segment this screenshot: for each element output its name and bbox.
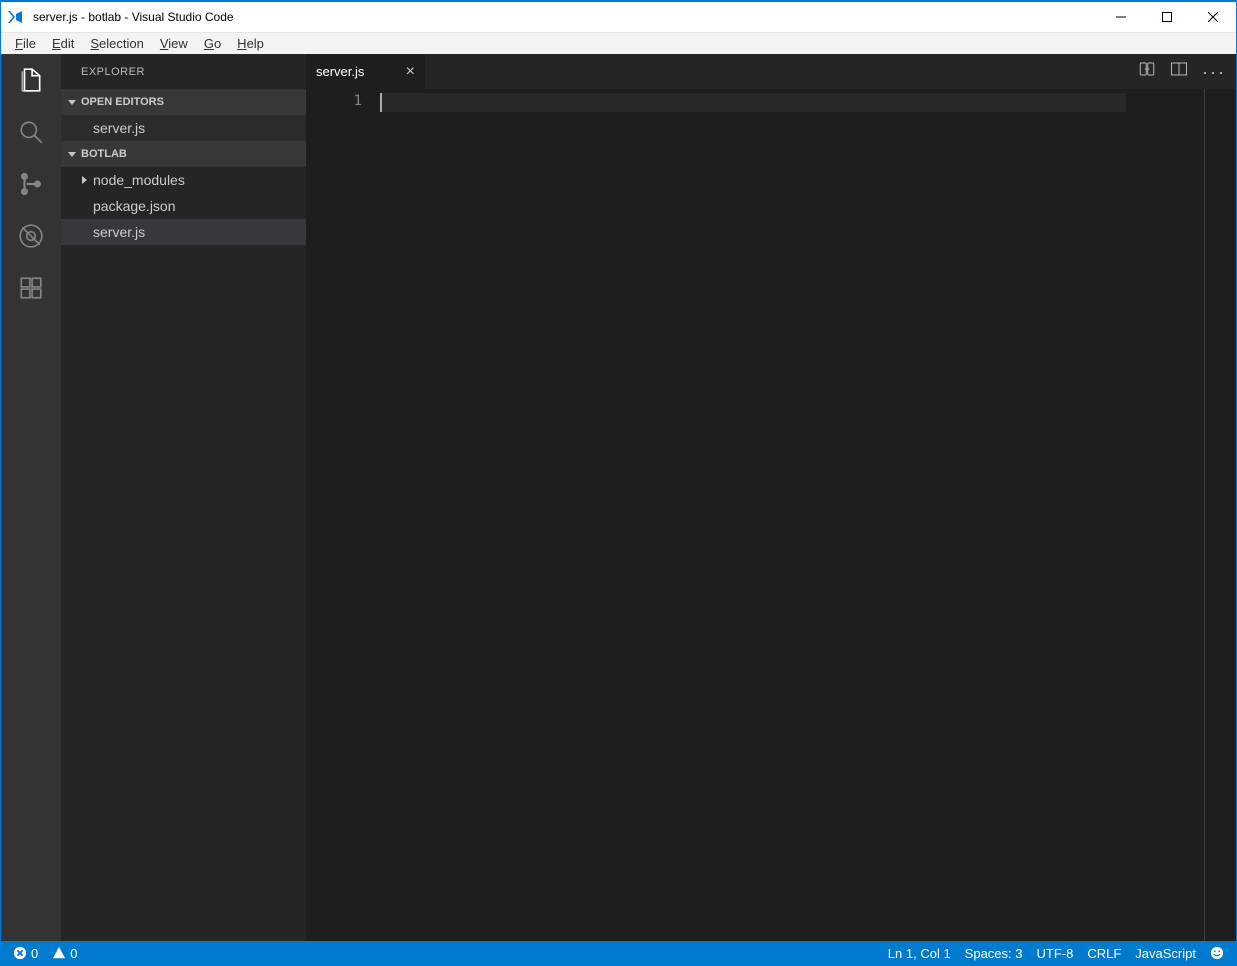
project-label: BOTLAB (81, 148, 127, 160)
tab-label: server.js (316, 64, 364, 79)
menu-view[interactable]: View (152, 34, 196, 53)
close-icon[interactable]: × (406, 64, 415, 80)
sidebar: EXPLORER OPEN EDITORS server.js BOTLAB n… (61, 54, 306, 941)
menu-selection[interactable]: Selection (82, 34, 151, 53)
file-label: server.js (93, 120, 145, 136)
feedback-icon[interactable] (1210, 946, 1224, 960)
open-editors-label: OPEN EDITORS (81, 96, 164, 108)
open-editor-item[interactable]: server.js (61, 115, 306, 141)
minimize-button[interactable] (1098, 2, 1144, 32)
status-eol[interactable]: CRLF (1087, 946, 1121, 961)
status-language[interactable]: JavaScript (1135, 946, 1196, 961)
menu-bar: File Edit Selection View Go Help (1, 32, 1236, 54)
project-header[interactable]: BOTLAB (61, 141, 306, 167)
compare-icon[interactable] (1138, 60, 1156, 83)
menu-go[interactable]: Go (196, 34, 229, 53)
tab-bar: server.js × ··· (306, 54, 1236, 89)
tree-item-folder[interactable]: node_modules (61, 167, 306, 193)
close-button[interactable] (1190, 2, 1236, 32)
tree-item-file[interactable]: server.js (61, 219, 306, 245)
open-editors-header[interactable]: OPEN EDITORS (61, 89, 306, 115)
extensions-icon[interactable] (15, 272, 47, 304)
status-position[interactable]: Ln 1, Col 1 (888, 946, 951, 961)
debug-icon[interactable] (15, 220, 47, 252)
source-control-icon[interactable] (15, 168, 47, 200)
chevron-down-icon (67, 98, 77, 106)
chevron-down-icon (67, 150, 77, 158)
file-label: package.json (93, 198, 176, 214)
file-label: server.js (93, 224, 145, 240)
status-spaces[interactable]: Spaces: 3 (965, 946, 1023, 961)
sidebar-title: EXPLORER (61, 54, 306, 89)
app-icon (1, 9, 29, 25)
chevron-right-icon (79, 176, 89, 184)
status-bar: 0 0 Ln 1, Col 1 Spaces: 3 UTF-8 CRLF Jav… (1, 941, 1236, 965)
status-warnings[interactable]: 0 (52, 946, 77, 961)
explorer-icon[interactable] (15, 64, 47, 96)
search-icon[interactable] (15, 116, 47, 148)
main-area: EXPLORER OPEN EDITORS server.js BOTLAB n… (1, 54, 1236, 941)
editor-actions: ··· (1138, 54, 1236, 89)
maximize-button[interactable] (1144, 2, 1190, 32)
status-encoding[interactable]: UTF-8 (1037, 946, 1074, 961)
title-bar: server.js - botlab - Visual Studio Code (1, 2, 1236, 32)
editor-surface[interactable]: 1 (306, 89, 1236, 941)
window-title: server.js - botlab - Visual Studio Code (29, 10, 1098, 24)
errors-count: 0 (31, 946, 38, 961)
menu-edit[interactable]: Edit (44, 34, 82, 53)
activity-bar (1, 54, 61, 941)
warnings-count: 0 (70, 946, 77, 961)
cursor (380, 93, 382, 112)
status-errors[interactable]: 0 (13, 946, 38, 961)
folder-label: node_modules (93, 172, 185, 188)
line-number: 1 (306, 93, 362, 109)
tab[interactable]: server.js × (306, 54, 426, 89)
gutter: 1 (306, 89, 380, 941)
current-line-highlight (380, 93, 1126, 112)
menu-help[interactable]: Help (229, 34, 272, 53)
more-icon[interactable]: ··· (1202, 63, 1226, 81)
tree-item-file[interactable]: package.json (61, 193, 306, 219)
tab-spacer (426, 54, 1138, 89)
editor-group: server.js × ··· 1 (306, 54, 1236, 941)
ruler (1204, 89, 1205, 941)
split-editor-icon[interactable] (1170, 60, 1188, 83)
menu-file[interactable]: File (7, 34, 44, 53)
